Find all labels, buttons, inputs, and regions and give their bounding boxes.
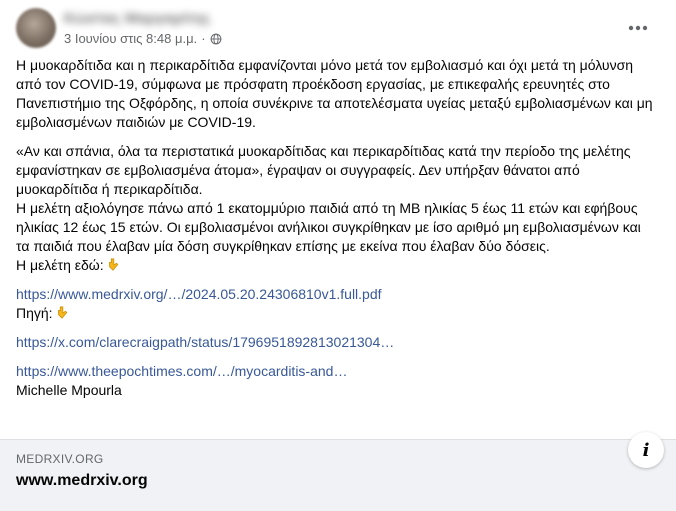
post-options-button[interactable] bbox=[620, 10, 656, 46]
backhand-index-pointing-down-icon bbox=[108, 258, 118, 271]
post-signature: Michelle Mpourla bbox=[16, 382, 122, 398]
post-paragraph-2b: Η μελέτη αξιολόγησε πάνω από 1 εκατομμύρ… bbox=[16, 200, 641, 254]
info-icon[interactable]: i bbox=[628, 432, 664, 468]
meta-separator: · bbox=[201, 31, 206, 46]
source-line: Πηγή: bbox=[16, 304, 656, 323]
study-link[interactable]: https://www.medrxiv.org/…/2024.05.20.243… bbox=[16, 286, 382, 302]
post-paragraph-2a: «Αν και σπάνια, όλα τα περιστατικά μυοκα… bbox=[16, 143, 631, 197]
globe-icon[interactable] bbox=[210, 33, 222, 45]
facebook-post: Κώστας Μαργαρίτης 3 Ιουνίου στις 8:48 μ.… bbox=[0, 0, 676, 511]
author-avatar[interactable] bbox=[16, 8, 56, 48]
backhand-index-pointing-down-icon bbox=[57, 306, 67, 319]
author-name[interactable]: Κώστας Μαργαρίτης bbox=[64, 10, 224, 26]
post-paragraph-1: Η μυοκαρδίτιδα και η περικαρδίτιδα εμφαν… bbox=[16, 57, 653, 130]
post-header: Κώστας Μαργαρίτης 3 Ιουνίου στις 8:48 μ.… bbox=[16, 8, 656, 48]
source-label: Πηγή: bbox=[16, 305, 53, 321]
more-horizontal-icon bbox=[628, 25, 648, 31]
study-label: Η μελέτη εδώ: bbox=[16, 257, 104, 273]
source-link-epochtimes[interactable]: https://www.theepochtimes.com/…/myocardi… bbox=[16, 363, 347, 379]
study-line: Η μελέτη εδώ: bbox=[16, 256, 656, 275]
link-preview-card[interactable]: MEDRXIV.ORG www.medrxiv.org i bbox=[0, 432, 676, 511]
link-preview-domain: MEDRXIV.ORG bbox=[16, 452, 104, 466]
post-timestamp[interactable]: 3 Ιουνίου στις 8:48 μ.μ. bbox=[64, 31, 197, 46]
link-preview-title[interactable]: www.medrxiv.org bbox=[16, 472, 148, 490]
source-link-x[interactable]: https://x.com/clarecraigpath/status/1796… bbox=[16, 334, 394, 350]
post-meta: 3 Ιουνίου στις 8:48 μ.μ. · bbox=[64, 31, 222, 46]
post-body: Η μυοκαρδίτιδα και η περικαρδίτιδα εμφαν… bbox=[16, 56, 656, 400]
